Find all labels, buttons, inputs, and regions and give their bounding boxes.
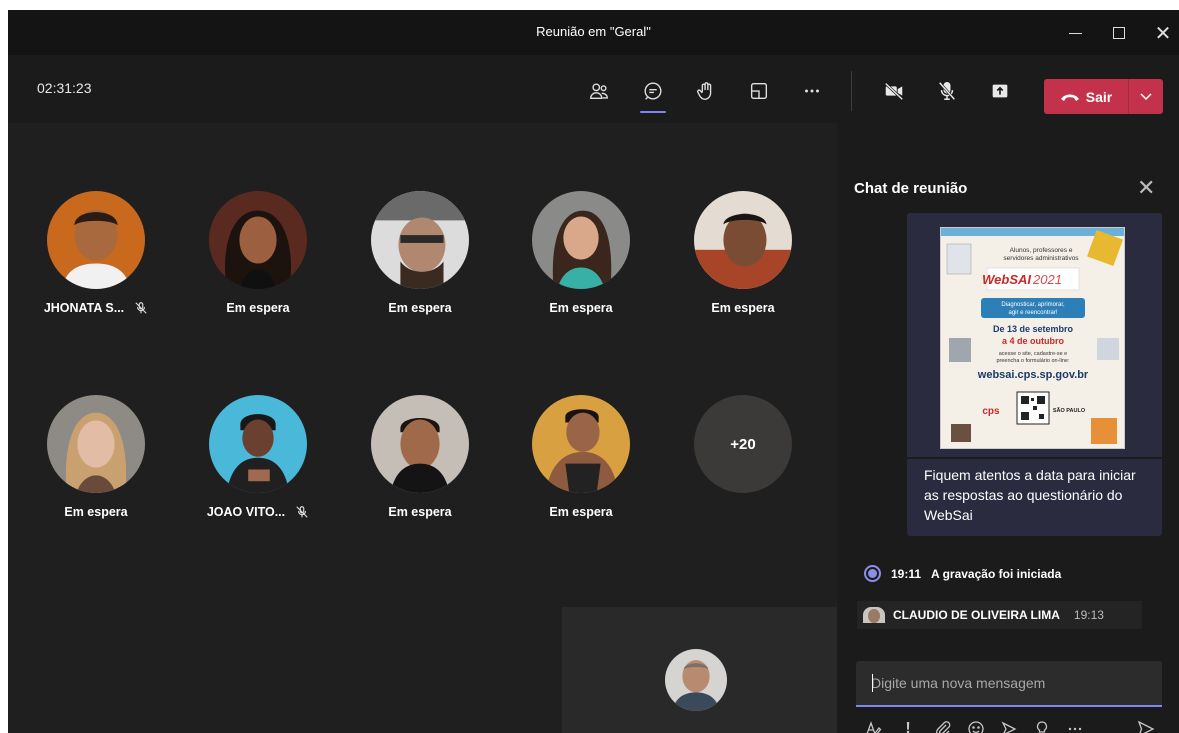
websai-poster-image[interactable]: Alunos, professores e servidores adminis… xyxy=(940,227,1125,449)
praise-icon[interactable] xyxy=(1031,718,1053,733)
self-avatar xyxy=(665,649,727,711)
participant-tile[interactable]: Em espera xyxy=(193,191,323,315)
person-avatar-7 xyxy=(209,395,307,493)
participant-tile[interactable]: Em espera xyxy=(355,395,485,519)
raise-hand-icon[interactable] xyxy=(688,73,724,109)
camera-off-icon[interactable] xyxy=(876,73,912,109)
mic-off-icon xyxy=(296,506,308,518)
compose-box[interactable] xyxy=(856,661,1162,707)
format-icon[interactable] xyxy=(862,718,884,733)
close-icon[interactable]: ✕ xyxy=(1148,18,1178,48)
chevron-down-icon xyxy=(1140,92,1152,100)
message-text: Fiquem atentos a data para iniciar as re… xyxy=(924,467,1136,523)
attach-icon[interactable] xyxy=(932,718,954,733)
poster-tagline1: Diagnosticar, aprimorar, xyxy=(1001,302,1065,308)
maximize-icon[interactable] xyxy=(1104,18,1134,48)
person-avatar-8 xyxy=(371,395,469,493)
recording-notice: 19:11 A gravação foi iniciada xyxy=(864,565,1061,582)
message-input[interactable] xyxy=(856,661,1162,705)
participant-tile[interactable]: Em espera xyxy=(678,191,808,315)
person-avatar-2 xyxy=(209,191,307,289)
participant-tile[interactable]: Em espera xyxy=(355,191,485,315)
leave-dropdown[interactable] xyxy=(1129,79,1163,114)
chat-message[interactable]: Alunos, professores e servidores adminis… xyxy=(907,213,1162,536)
emoji-icon[interactable] xyxy=(965,718,987,733)
poster-line1: Alunos, professores e xyxy=(1010,247,1073,254)
poster-logo-cps: cps xyxy=(982,406,1000,417)
recording-icon xyxy=(864,565,881,582)
participant-tile[interactable]: JHONATA S... xyxy=(31,191,161,315)
person-avatar-3 xyxy=(371,191,469,289)
person-avatar-9 xyxy=(532,395,630,493)
person-avatar-1 xyxy=(47,191,145,289)
hang-up-icon xyxy=(1060,94,1079,101)
participant-tile[interactable]: Em espera xyxy=(516,395,646,519)
more-icon[interactable] xyxy=(794,73,830,109)
message-header[interactable]: CLAUDIO DE OLIVEIRA LIMA 19:13 xyxy=(857,601,1142,629)
compose-toolbar: ! xyxy=(862,718,1162,733)
person-avatar-6 xyxy=(47,395,145,493)
poster-year: 2021 xyxy=(1032,272,1062,287)
participant-name: Em espera xyxy=(549,505,613,519)
more-options-icon[interactable] xyxy=(1064,718,1086,733)
teams-meeting-window: Reunião em "Geral" ✕ 02:31:23 Sair JHONA… xyxy=(8,10,1179,733)
overflow-participants[interactable]: +20 xyxy=(678,395,808,493)
participants-icon[interactable] xyxy=(581,73,617,109)
giphy-icon[interactable] xyxy=(998,718,1020,733)
recording-text: A gravação foi iniciada xyxy=(931,566,1062,581)
participant-gallery: JHONATA S... Em espera Em espera Em espe… xyxy=(8,123,837,733)
sender-name: CLAUDIO DE OLIVEIRA LIMA xyxy=(893,608,1060,622)
person-avatar-5 xyxy=(694,191,792,289)
participant-name: Em espera xyxy=(388,301,452,315)
send-icon[interactable] xyxy=(1135,718,1157,733)
close-icon[interactable]: ✕ xyxy=(1137,175,1155,201)
sender-time: 19:13 xyxy=(1073,608,1104,622)
leave-button[interactable]: Sair xyxy=(1044,79,1163,114)
poster-small1: acesse o site, cadastre-se e xyxy=(999,351,1067,357)
leave-label: Sair xyxy=(1085,88,1113,105)
participant-tile[interactable]: Em espera xyxy=(31,395,161,519)
participant-name: Em espera xyxy=(64,505,128,519)
message-divider xyxy=(907,457,1162,459)
participant-tile[interactable]: JOAO VITO... xyxy=(193,395,323,519)
chat-title: Chat de reunião xyxy=(854,180,968,197)
poster-brand: WebSAI xyxy=(982,272,1031,287)
mic-off-icon xyxy=(135,302,147,314)
meeting-timer: 02:31:23 xyxy=(37,80,92,96)
poster-date1: De 13 de setembro xyxy=(993,324,1074,334)
text-caret xyxy=(872,674,873,692)
window-title: Reunião em "Geral" xyxy=(536,24,651,39)
mic-off-icon[interactable] xyxy=(929,73,965,109)
participant-name: JOAO VITO... xyxy=(206,505,286,519)
self-view xyxy=(562,607,837,733)
poster-small2: preencha o formulário on-line: xyxy=(996,358,1070,364)
important-icon[interactable]: ! xyxy=(897,718,919,733)
poster-date2: a 4 de outubro xyxy=(1002,336,1065,346)
poster-logo-sp: SÃO PAULO xyxy=(1053,407,1086,414)
participant-name: Em espera xyxy=(711,301,775,315)
rooms-icon[interactable] xyxy=(741,73,777,109)
toolbar-divider xyxy=(851,71,852,111)
participant-name: JHONATA S... xyxy=(43,301,125,315)
poster-line2: servidores administrativos xyxy=(1003,255,1079,262)
overflow-count[interactable]: +20 xyxy=(694,395,792,493)
leave-main[interactable]: Sair xyxy=(1044,79,1128,114)
recording-time: 19:11 xyxy=(891,566,922,581)
sender-avatar xyxy=(863,607,885,623)
title-bar: Reunião em "Geral" ✕ xyxy=(8,10,1179,55)
participant-tile[interactable]: Em espera xyxy=(516,191,646,315)
participant-name: Em espera xyxy=(549,301,613,315)
meeting-chat-panel: Chat de reunião ✕ Alunos, professores e … xyxy=(837,123,1179,733)
minimize-icon[interactable] xyxy=(1060,18,1090,48)
poster-url: websai.cps.sp.gov.br xyxy=(977,369,1089,381)
share-icon[interactable] xyxy=(982,73,1018,109)
chat-icon[interactable] xyxy=(635,73,671,113)
participant-name: Em espera xyxy=(388,505,452,519)
participant-name: Em espera xyxy=(226,301,290,315)
meeting-controls: 02:31:23 Sair xyxy=(8,55,1179,123)
poster-tagline2: agir e reencontrar! xyxy=(1008,310,1057,316)
person-avatar-4 xyxy=(532,191,630,289)
